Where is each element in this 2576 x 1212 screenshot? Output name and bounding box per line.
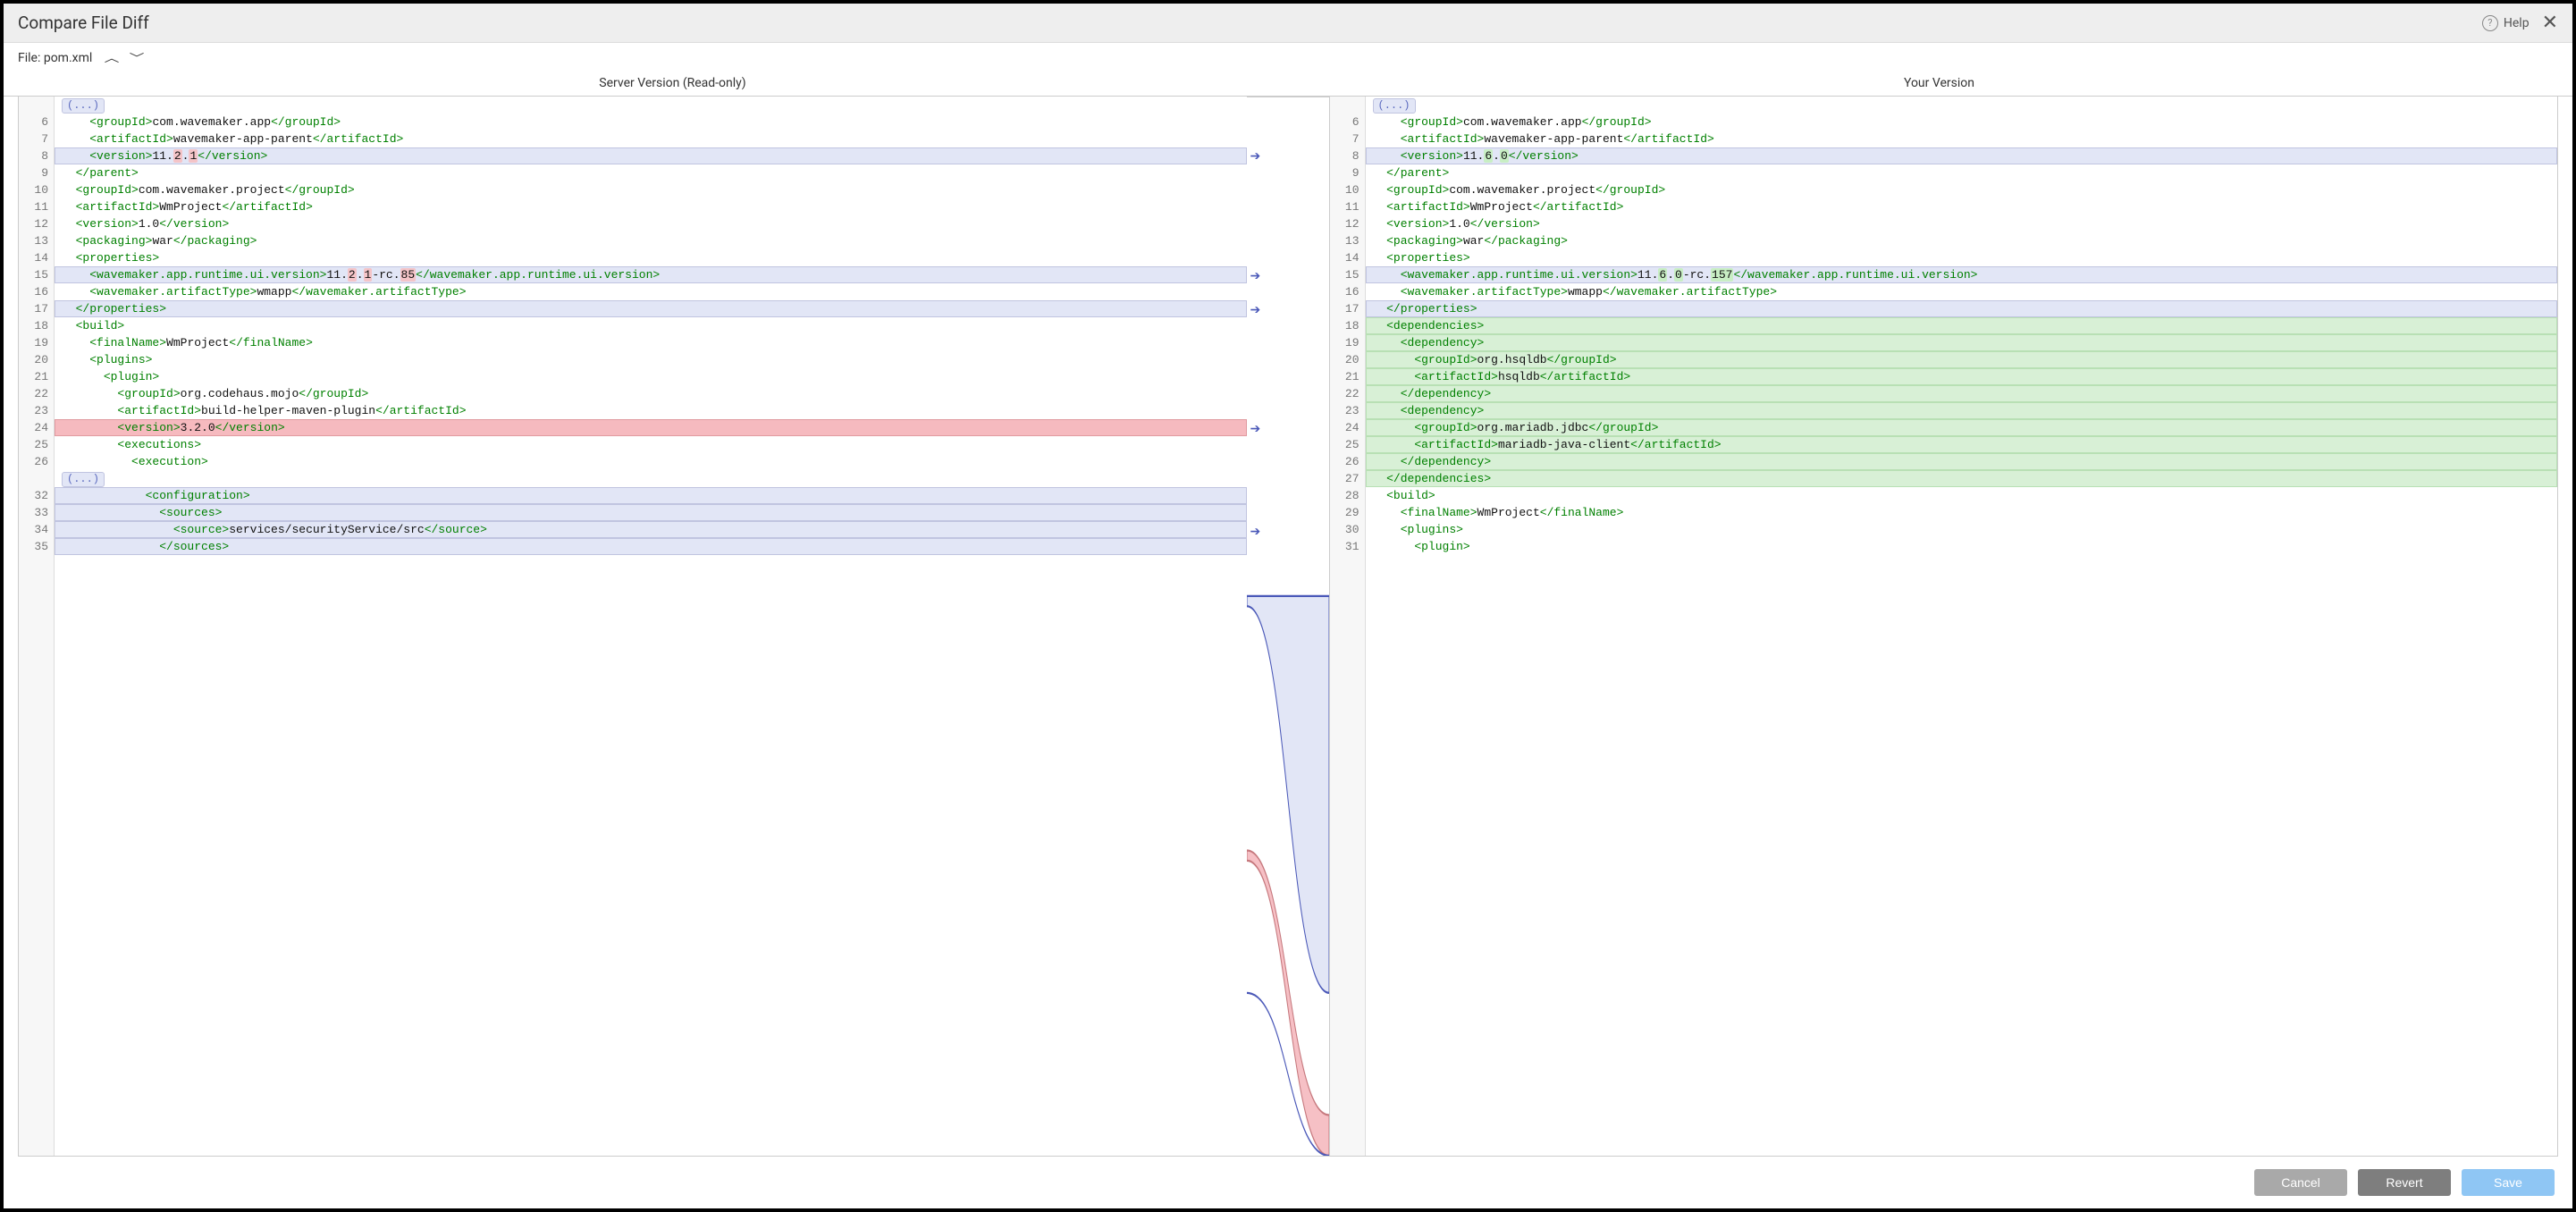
code-line[interactable]: <dependency> bbox=[1366, 334, 2558, 351]
code-line[interactable]: (...) bbox=[1366, 97, 2558, 114]
help-icon: ? bbox=[2482, 15, 2498, 31]
code-line[interactable]: <build> bbox=[1366, 487, 2558, 504]
code-line[interactable]: <artifactId>WmProject</artifactId> bbox=[55, 198, 1247, 215]
revert-button[interactable]: Revert bbox=[2358, 1169, 2451, 1196]
code-line[interactable]: </parent> bbox=[55, 164, 1247, 181]
code-line[interactable]: <properties> bbox=[1366, 249, 2558, 266]
code-line[interactable]: <version>11.6.0</version> bbox=[1366, 147, 2558, 164]
code-line[interactable]: </properties> bbox=[55, 300, 1247, 317]
merge-arrow-icon[interactable]: ➔ bbox=[1250, 422, 1261, 436]
code-line[interactable]: <groupId>org.hsqldb</groupId> bbox=[1366, 351, 2558, 368]
diff-container: 6789101112131415161718192021222324252632… bbox=[4, 96, 2572, 1157]
fold-badge[interactable]: (...) bbox=[1373, 98, 1416, 114]
code-line[interactable]: <version>11.2.1</version> bbox=[55, 147, 1247, 164]
code-line[interactable]: <source>services/securityService/src</so… bbox=[55, 521, 1247, 538]
code-line[interactable]: <version>1.0</version> bbox=[55, 215, 1247, 232]
merge-arrow-icon[interactable]: ➔ bbox=[1250, 303, 1261, 317]
file-label: File: pom.xml bbox=[18, 51, 92, 65]
dialog-header: Compare File Diff ? Help ✕ bbox=[4, 4, 2572, 43]
code-line[interactable]: <dependencies> bbox=[1366, 317, 2558, 334]
code-line[interactable]: <plugins> bbox=[55, 351, 1247, 368]
code-line[interactable]: <artifactId>WmProject</artifactId> bbox=[1366, 198, 2558, 215]
code-line[interactable]: <dependency> bbox=[1366, 402, 2558, 419]
code-line[interactable]: <groupId>com.wavemaker.project</groupId> bbox=[1366, 181, 2558, 198]
fold-badge[interactable]: (...) bbox=[62, 472, 105, 487]
save-button[interactable]: Save bbox=[2462, 1169, 2555, 1196]
code-line[interactable]: <groupId>com.wavemaker.app</groupId> bbox=[1366, 114, 2558, 130]
code-line[interactable]: <finalName>WmProject</finalName> bbox=[1366, 504, 2558, 521]
code-line[interactable]: <artifactId>build-helper-maven-plugin</a… bbox=[55, 402, 1247, 419]
merge-arrow-icon[interactable]: ➔ bbox=[1250, 269, 1261, 283]
code-line[interactable]: <groupId>org.mariadb.jdbc</groupId> bbox=[1366, 419, 2558, 436]
code-line[interactable]: <build> bbox=[55, 317, 1247, 334]
diff-connector: ➔ ➔ ➔ ➔ ➔ bbox=[1247, 97, 1329, 1157]
code-line[interactable]: <artifactId>wavemaker-app-parent</artifa… bbox=[1366, 130, 2558, 147]
code-line[interactable]: </dependency> bbox=[1366, 385, 2558, 402]
prev-change-icon[interactable]: ︿ bbox=[105, 50, 120, 65]
next-change-icon[interactable]: ﹀ bbox=[130, 50, 145, 65]
code-line[interactable]: <packaging>war</packaging> bbox=[1366, 232, 2558, 249]
right-gutter: 6789101112131415161718192021222324252627… bbox=[1330, 97, 1366, 1156]
code-line[interactable]: </dependency> bbox=[1366, 453, 2558, 470]
code-line[interactable]: <groupId>com.wavemaker.project</groupId> bbox=[55, 181, 1247, 198]
left-pane[interactable]: 6789101112131415161718192021222324252632… bbox=[18, 97, 1247, 1157]
right-column-title: Your Version bbox=[1306, 76, 2572, 90]
code-line[interactable]: <plugin> bbox=[55, 368, 1247, 385]
code-line[interactable]: <groupId>org.codehaus.mojo</groupId> bbox=[55, 385, 1247, 402]
dialog-footer: Cancel Revert Save bbox=[4, 1157, 2572, 1208]
code-line[interactable]: (...) bbox=[55, 470, 1247, 487]
help-link[interactable]: ? Help bbox=[2482, 15, 2530, 31]
code-line[interactable]: <finalName>WmProject</finalName> bbox=[55, 334, 1247, 351]
code-line[interactable]: <packaging>war</packaging> bbox=[55, 232, 1247, 249]
code-line[interactable]: <configuration> bbox=[55, 487, 1247, 504]
left-column-title: Server Version (Read-only) bbox=[4, 76, 1306, 90]
code-line[interactable]: </parent> bbox=[1366, 164, 2558, 181]
code-line[interactable]: </dependencies> bbox=[1366, 470, 2558, 487]
code-line[interactable]: <plugin> bbox=[1366, 538, 2558, 555]
code-line[interactable]: <sources> bbox=[55, 504, 1247, 521]
merge-arrow-icon[interactable]: ➔ bbox=[1250, 525, 1261, 539]
code-line[interactable]: <wavemaker.app.runtime.ui.version>11.6.0… bbox=[1366, 266, 2558, 283]
cancel-button[interactable]: Cancel bbox=[2254, 1169, 2347, 1196]
code-line[interactable]: <plugins> bbox=[1366, 521, 2558, 538]
code-line[interactable]: (...) bbox=[55, 97, 1247, 114]
code-line[interactable]: <version>3.2.0</version> bbox=[55, 419, 1247, 436]
code-line[interactable]: </properties> bbox=[1366, 300, 2558, 317]
help-label: Help bbox=[2504, 16, 2530, 30]
code-line[interactable]: <artifactId>wavemaker-app-parent</artifa… bbox=[55, 130, 1247, 147]
code-line[interactable]: <executions> bbox=[55, 436, 1247, 453]
code-line[interactable]: <artifactId>mariadb-java-client</artifac… bbox=[1366, 436, 2558, 453]
code-line[interactable]: <execution> bbox=[55, 453, 1247, 470]
file-toolbar: File: pom.xml ︿ ﹀ bbox=[4, 43, 2572, 72]
fold-badge[interactable]: (...) bbox=[62, 98, 105, 114]
columns-header: Server Version (Read-only) Your Version bbox=[4, 72, 2572, 96]
code-line[interactable]: <properties> bbox=[55, 249, 1247, 266]
right-code[interactable]: (...) <groupId>com.wavemaker.app</groupI… bbox=[1366, 97, 2558, 1156]
code-line[interactable]: <version>1.0</version> bbox=[1366, 215, 2558, 232]
code-line[interactable]: <wavemaker.app.runtime.ui.version>11.2.1… bbox=[55, 266, 1247, 283]
code-line[interactable]: <wavemaker.artifactType>wmapp</wavemaker… bbox=[1366, 283, 2558, 300]
code-line[interactable]: </sources> bbox=[55, 538, 1247, 555]
close-icon[interactable]: ✕ bbox=[2542, 13, 2558, 33]
right-pane[interactable]: 6789101112131415161718192021222324252627… bbox=[1329, 97, 2559, 1157]
dialog-title: Compare File Diff bbox=[18, 13, 149, 33]
code-line[interactable]: <wavemaker.artifactType>wmapp</wavemaker… bbox=[55, 283, 1247, 300]
code-line[interactable]: <groupId>com.wavemaker.app</groupId> bbox=[55, 114, 1247, 130]
code-line[interactable]: <artifactId>hsqldb</artifactId> bbox=[1366, 368, 2558, 385]
left-gutter: 6789101112131415161718192021222324252632… bbox=[19, 97, 55, 1156]
merge-arrow-icon[interactable]: ➔ bbox=[1250, 149, 1261, 164]
left-code[interactable]: (...) <groupId>com.wavemaker.app</groupI… bbox=[55, 97, 1247, 1156]
